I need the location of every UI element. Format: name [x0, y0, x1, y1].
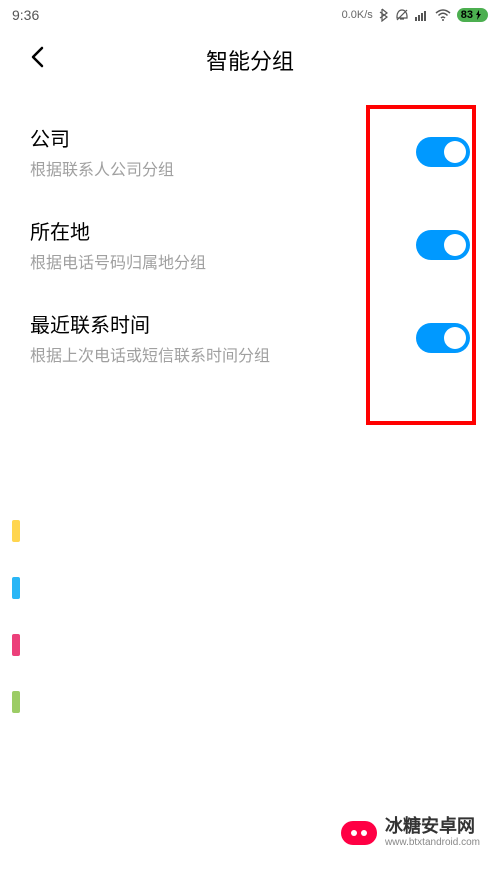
status-bar: 9:36 0.0K/s 83: [0, 0, 500, 30]
edge-tab-green: [12, 691, 20, 713]
edge-decoration: [12, 520, 20, 748]
setting-desc: 根据电话号码归属地分组: [30, 249, 416, 273]
signal-icon: [415, 9, 429, 21]
mute-icon: [395, 8, 409, 22]
setting-text: 所在地 根据电话号码归属地分组: [30, 216, 416, 273]
setting-text: 最近联系时间 根据上次电话或短信联系时间分组: [30, 309, 416, 366]
setting-title: 最近联系时间: [30, 309, 416, 338]
edge-tab-yellow: [12, 520, 20, 542]
setting-title: 公司: [30, 123, 416, 152]
settings-list: 公司 根据联系人公司分组 所在地 根据电话号码归属地分组 最近联系时间 根据上次…: [0, 90, 500, 384]
battery-percent: 83: [461, 9, 473, 21]
setting-recent-contact[interactable]: 最近联系时间 根据上次电话或短信联系时间分组: [0, 291, 500, 384]
app-header: 智能分组: [0, 30, 500, 90]
battery-indicator: 83: [457, 8, 488, 22]
setting-desc: 根据上次电话或短信联系时间分组: [30, 342, 416, 366]
status-time: 9:36: [12, 7, 39, 23]
setting-text: 公司 根据联系人公司分组: [30, 123, 416, 180]
setting-desc: 根据联系人公司分组: [30, 156, 416, 180]
setting-title: 所在地: [30, 216, 416, 245]
back-button[interactable]: [30, 46, 44, 75]
watermark-text: 冰糖安卓网 www.btxtandroid.com: [385, 817, 480, 848]
charging-icon: [475, 10, 482, 20]
network-speed: 0.0K/s: [342, 9, 373, 21]
edge-tab-pink: [12, 634, 20, 656]
page-title: 智能分组: [20, 44, 480, 76]
toggle-company[interactable]: [416, 137, 470, 167]
watermark-logo-icon: [341, 821, 377, 845]
toggle-location[interactable]: [416, 230, 470, 260]
watermark-cn: 冰糖安卓网: [385, 817, 480, 837]
watermark-en: www.btxtandroid.com: [385, 837, 480, 848]
wifi-icon: [435, 9, 451, 21]
watermark: 冰糖安卓网 www.btxtandroid.com: [341, 817, 480, 848]
bluetooth-icon: [379, 8, 389, 22]
setting-company[interactable]: 公司 根据联系人公司分组: [0, 105, 500, 198]
edge-tab-blue: [12, 577, 20, 599]
toggle-recent-contact[interactable]: [416, 323, 470, 353]
status-right: 0.0K/s 83: [342, 8, 488, 22]
chevron-left-icon: [30, 46, 44, 68]
setting-location[interactable]: 所在地 根据电话号码归属地分组: [0, 198, 500, 291]
